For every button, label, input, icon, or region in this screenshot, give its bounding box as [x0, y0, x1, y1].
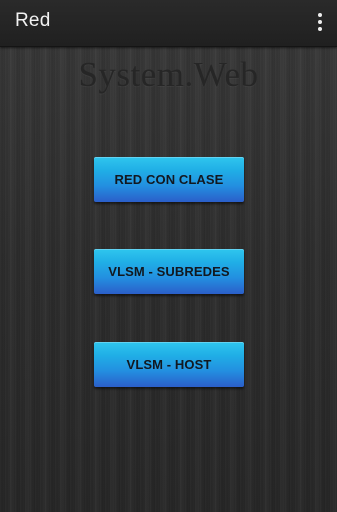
app-title: Red [15, 10, 51, 31]
vlsm-host-button[interactable]: VLSM - HOST [94, 342, 244, 387]
action-bar: Red [0, 0, 337, 47]
red-con-clase-button[interactable]: RED CON CLASE [94, 157, 244, 202]
overflow-dot [318, 13, 322, 17]
overflow-dot [318, 27, 322, 31]
watermark-text: System.Web [78, 55, 259, 94]
main-content: System.Web RED CON CLASE VLSM - SUBREDES… [0, 47, 337, 512]
vlsm-subredes-button[interactable]: VLSM - SUBREDES [94, 249, 244, 294]
overflow-dot [318, 20, 322, 24]
overflow-menu-icon[interactable] [309, 8, 331, 36]
app-screen: Red System.Web RED CON CLASE VLSM - SUBR… [0, 0, 337, 512]
